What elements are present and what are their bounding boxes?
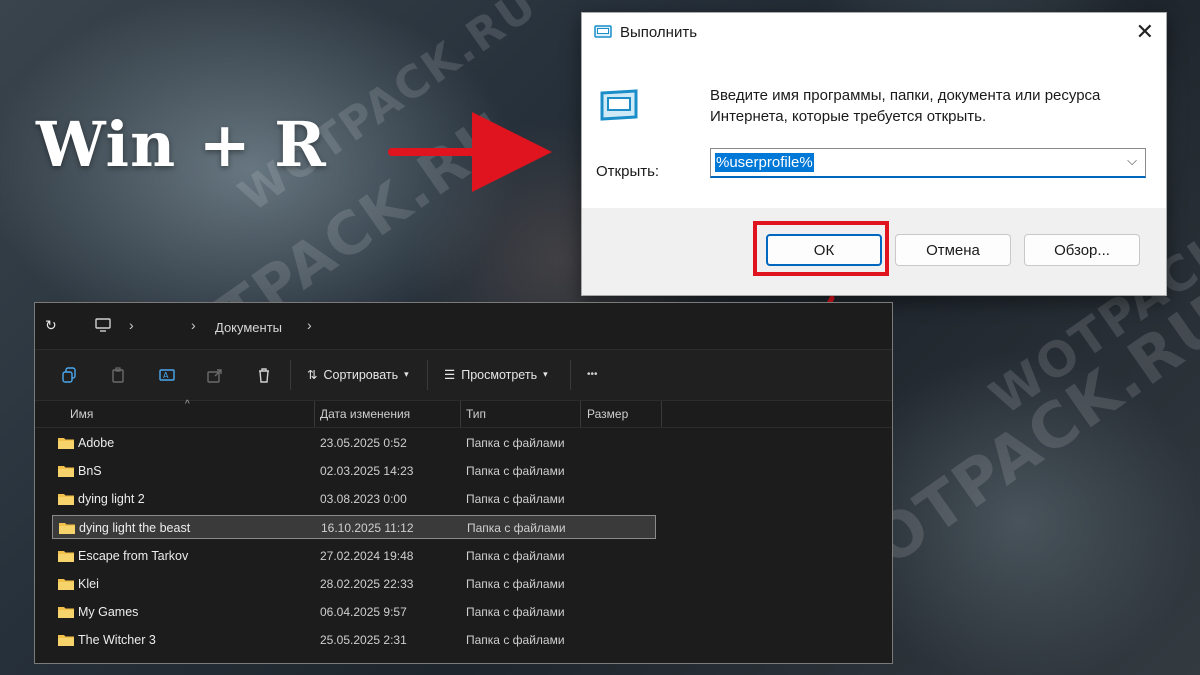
file-name: Escape from Tarkov bbox=[78, 549, 189, 563]
command-bar: A ⇅ Сортировать ▾ ☰ Просмотреть ▾ ••• bbox=[35, 349, 892, 401]
sort-icon: ⇅ bbox=[307, 368, 318, 382]
refresh-icon[interactable]: ↻ bbox=[45, 317, 57, 334]
file-type: Папка с файлами bbox=[466, 549, 565, 563]
view-label: Просмотреть bbox=[461, 367, 538, 382]
trash-icon[interactable] bbox=[256, 367, 272, 386]
address-bar: ↻ › › Документы › bbox=[35, 303, 892, 349]
toolbar-divider bbox=[290, 360, 291, 390]
file-type: Папка с файлами bbox=[466, 633, 565, 647]
column-type[interactable]: Тип bbox=[466, 407, 486, 421]
open-label: Открыть: bbox=[596, 163, 660, 180]
table-row[interactable]: My Games 06.04.2025 9:57 Папка с файлами bbox=[35, 600, 675, 624]
table-row[interactable]: Klei 28.02.2025 22:33 Папка с файлами bbox=[35, 572, 675, 596]
file-date: 23.05.2025 0:52 bbox=[320, 436, 407, 450]
ok-button[interactable]: ОК bbox=[766, 234, 882, 266]
column-header-row: ^ Имя Дата изменения Тип Размер bbox=[35, 399, 892, 428]
sort-label: Сортировать bbox=[323, 367, 399, 382]
chevron-down-icon: ▾ bbox=[404, 369, 409, 379]
run-title: Выполнить bbox=[620, 23, 698, 41]
file-date: 06.04.2025 9:57 bbox=[320, 605, 407, 619]
view-list-icon: ☰ bbox=[444, 368, 456, 382]
folder-icon bbox=[58, 578, 74, 590]
folder-icon bbox=[58, 493, 74, 505]
sort-ascending-icon: ^ bbox=[185, 399, 190, 410]
toolbar-divider bbox=[427, 360, 428, 390]
chevron-down-icon[interactable]: ⌵ bbox=[1127, 153, 1137, 169]
run-titlebar: Выполнить bbox=[582, 13, 1166, 51]
file-type: Папка с файлами bbox=[466, 464, 565, 478]
table-row[interactable]: The Witcher 3 25.05.2025 2:31 Папка с фа… bbox=[35, 628, 675, 652]
file-name: BnS bbox=[78, 464, 102, 478]
folder-icon bbox=[58, 550, 74, 562]
toolbar-divider bbox=[570, 360, 571, 390]
file-type: Папка с файлами bbox=[467, 521, 566, 535]
browse-button[interactable]: Обзор... bbox=[1024, 234, 1140, 266]
paste-icon[interactable] bbox=[110, 367, 126, 386]
open-combobox[interactable]: %userprofile% ⌵ bbox=[710, 148, 1146, 178]
chevron-right-icon[interactable]: › bbox=[129, 317, 134, 333]
chevron-right-icon[interactable]: › bbox=[307, 317, 312, 333]
table-row[interactable]: dying light 2 03.08.2023 0:00 Папка с фа… bbox=[35, 487, 675, 511]
chevron-down-icon: ▾ bbox=[543, 369, 548, 379]
column-divider[interactable] bbox=[661, 401, 662, 427]
breadcrumb-documents[interactable]: Документы bbox=[215, 320, 282, 335]
file-name: Adobe bbox=[78, 436, 115, 450]
file-date: 28.02.2025 22:33 bbox=[320, 577, 414, 591]
table-row[interactable]: BnS 02.03.2025 14:23 Папка с файлами bbox=[35, 459, 675, 483]
share-icon[interactable] bbox=[207, 367, 223, 386]
column-divider[interactable] bbox=[460, 401, 461, 427]
file-type: Папка с файлами bbox=[466, 605, 565, 619]
run-large-icon bbox=[598, 89, 640, 126]
computer-icon[interactable] bbox=[95, 318, 111, 335]
file-date: 02.03.2025 14:23 bbox=[320, 464, 414, 478]
table-row[interactable]: Adobe 23.05.2025 0:52 Папка с файлами bbox=[35, 431, 675, 455]
table-row-selected[interactable]: dying light the beast 16.10.2025 11:12 П… bbox=[52, 515, 656, 539]
table-row[interactable]: Escape from Tarkov 27.02.2024 19:48 Папк… bbox=[35, 544, 675, 568]
file-explorer-window: ↻ › › Документы › A ⇅ Сортировать ▾ ☰ Пр… bbox=[34, 302, 893, 664]
file-type: Папка с файлами bbox=[466, 436, 565, 450]
file-name: Klei bbox=[78, 577, 99, 591]
open-input-value[interactable]: %userprofile% bbox=[715, 153, 814, 172]
column-divider[interactable] bbox=[314, 401, 315, 427]
close-icon[interactable]: ✕ bbox=[1136, 19, 1154, 45]
rename-icon[interactable]: A bbox=[159, 367, 175, 386]
column-date[interactable]: Дата изменения bbox=[320, 407, 410, 421]
svg-text:A: A bbox=[163, 371, 169, 380]
column-divider[interactable] bbox=[580, 401, 581, 427]
run-footer: ОК Отмена Обзор... bbox=[582, 208, 1166, 295]
view-button[interactable]: ☰ Просмотреть ▾ bbox=[444, 367, 548, 383]
run-app-icon bbox=[594, 25, 612, 39]
folder-icon bbox=[58, 465, 74, 477]
folder-icon bbox=[58, 437, 74, 449]
folder-icon bbox=[58, 606, 74, 618]
file-name: dying light 2 bbox=[78, 492, 145, 506]
sort-button[interactable]: ⇅ Сортировать ▾ bbox=[307, 367, 409, 383]
copy-icon[interactable] bbox=[61, 367, 77, 386]
more-options-icon[interactable]: ••• bbox=[587, 369, 598, 380]
file-date: 16.10.2025 11:12 bbox=[321, 521, 414, 535]
file-date: 27.02.2024 19:48 bbox=[320, 549, 414, 563]
run-description: Введите имя программы, папки, документа … bbox=[710, 87, 1101, 125]
file-name: My Games bbox=[78, 605, 139, 619]
file-type: Папка с файлами bbox=[466, 577, 565, 591]
folder-icon bbox=[58, 634, 74, 646]
folder-icon bbox=[59, 522, 75, 534]
cancel-button[interactable]: Отмена bbox=[895, 234, 1011, 266]
column-name[interactable]: Имя bbox=[70, 407, 93, 421]
run-dialog: Выполнить ✕ Введите имя программы, папки… bbox=[581, 12, 1167, 296]
chevron-right-icon[interactable]: › bbox=[191, 317, 196, 333]
file-name: dying light the beast bbox=[79, 521, 191, 535]
file-type: Папка с файлами bbox=[466, 492, 565, 506]
file-name: The Witcher 3 bbox=[78, 633, 156, 647]
column-size[interactable]: Размер bbox=[587, 407, 628, 421]
file-date: 25.05.2025 2:31 bbox=[320, 633, 407, 647]
file-date: 03.08.2023 0:00 bbox=[320, 492, 407, 506]
